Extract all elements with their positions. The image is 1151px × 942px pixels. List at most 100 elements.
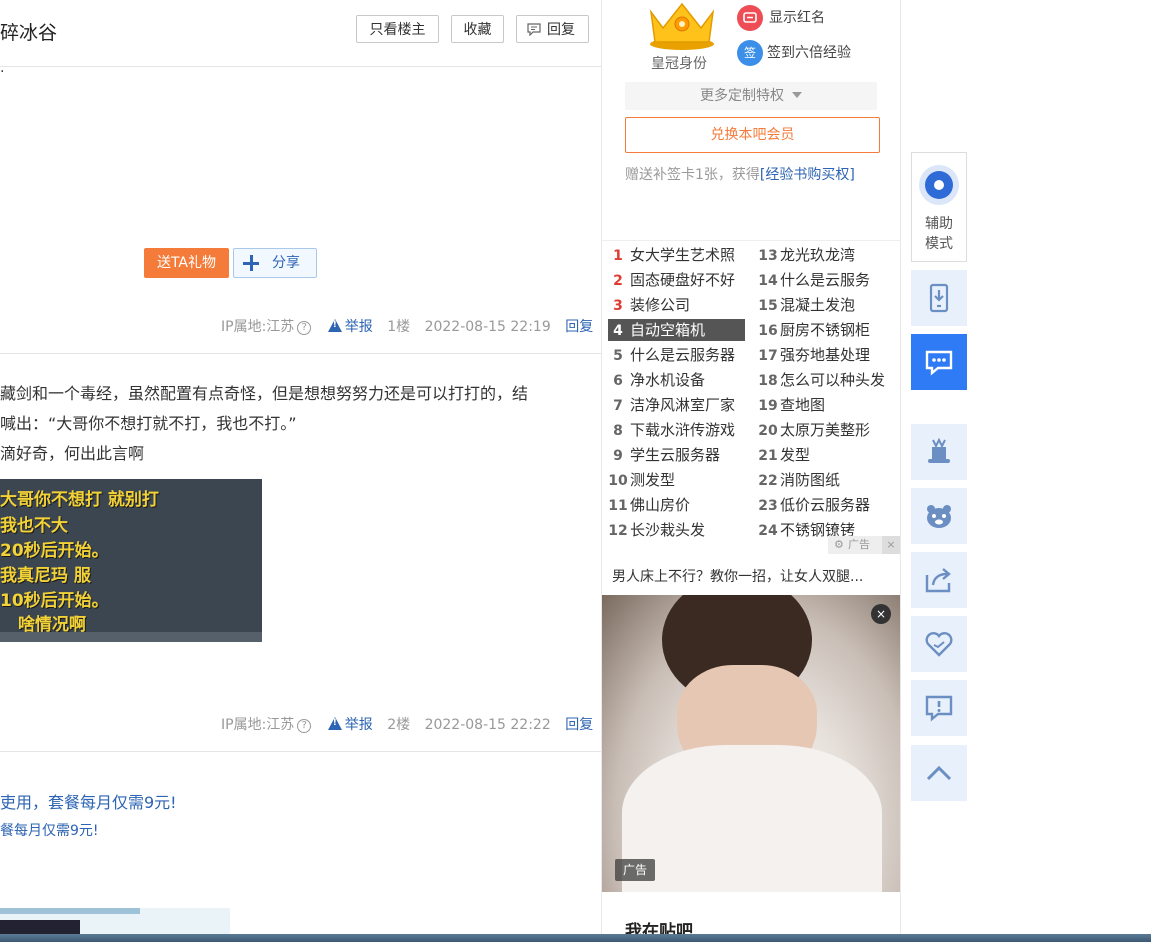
hot-search-item[interactable]: 12 长沙栽头发 xyxy=(608,519,745,541)
hot-search-text: 强夯地基处理 xyxy=(780,346,871,364)
hot-search-rank: 3 xyxy=(613,298,623,314)
hot-search-text: 长沙栽头发 xyxy=(630,521,706,539)
chat-icon xyxy=(925,350,953,376)
ad-image[interactable] xyxy=(602,595,900,892)
post2-screenshot-image[interactable]: 大哥你不想打 就别打 我也不大 20秒后开始。 我真尼玛 服 10秒后开始。 啥… xyxy=(0,479,262,642)
hot-search-item[interactable]: 13 龙光玖龙湾 xyxy=(758,244,898,266)
hot-search-text: 装修公司 xyxy=(630,296,691,314)
redeem-membership-button[interactable]: 兑换本吧会员 xyxy=(625,117,880,153)
share-side-button[interactable] xyxy=(911,552,967,608)
hot-search-item[interactable]: 15 混凝土发泡 xyxy=(758,294,898,316)
hot-search-rank: 6 xyxy=(613,373,623,389)
hot-search-text: 学生云服务器 xyxy=(630,446,721,464)
report-link[interactable]: 举报 xyxy=(327,319,373,335)
heart-icon xyxy=(925,632,953,657)
hot-search-item[interactable]: 4 自动空箱机 xyxy=(608,319,745,341)
magic-hat-icon xyxy=(928,437,950,463)
share-arrow-icon xyxy=(925,568,951,593)
hot-search-item[interactable]: 1 女大学生艺术照 xyxy=(608,244,745,266)
bear-button[interactable] xyxy=(911,488,967,544)
reply-link[interactable]: 回复 xyxy=(565,319,593,335)
hot-search-item[interactable]: 18 怎么可以种头发 xyxy=(758,369,898,391)
report-link[interactable]: 举报 xyxy=(327,717,373,733)
help-icon[interactable]: ? xyxy=(297,719,312,733)
hot-search-item[interactable]: 17 强夯地基处理 xyxy=(758,344,898,366)
hot-search-text: 佛山房价 xyxy=(630,496,691,514)
reply-button[interactable]: 回复 xyxy=(516,15,589,43)
only-op-button[interactable]: 只看楼主 xyxy=(356,15,439,43)
report-side-button[interactable] xyxy=(911,680,967,736)
assist-label-line2: 模式 xyxy=(925,236,953,252)
hot-search-item[interactable]: 20 太原万美整形 xyxy=(758,419,898,441)
hot-search-item[interactable]: 16 厨房不锈钢柜 xyxy=(758,319,898,341)
hot-search-rank: 22 xyxy=(758,473,778,489)
more-perks-dropdown[interactable]: 更多定制特权 xyxy=(625,82,877,110)
image-stripe xyxy=(0,908,140,914)
hot-search-text: 测发型 xyxy=(630,471,676,489)
hot-search-item[interactable]: 11 佛山房价 xyxy=(608,494,745,516)
back-to-top-button[interactable] xyxy=(911,745,967,801)
hot-search-item[interactable]: 22 消防图纸 xyxy=(758,469,898,491)
close-icon[interactable]: × xyxy=(882,536,900,554)
ad-close-button[interactable]: × xyxy=(871,604,891,624)
hot-search-text: 自动空箱机 xyxy=(630,321,706,339)
promo-link-subline[interactable]: 餐每月仅需9元! xyxy=(0,820,99,840)
exp-book-link[interactable]: [经验书购买权] xyxy=(760,167,855,183)
report-label: 举报 xyxy=(344,717,373,733)
chevron-up-icon xyxy=(926,765,952,781)
promo-link-headline[interactable]: 吏用，套餐每月仅需9元! xyxy=(0,789,177,813)
hot-search-item[interactable]: 3 装修公司 xyxy=(608,294,745,316)
bear-face-icon xyxy=(927,505,951,528)
perk-sign-in-exp: 签到六倍经验 xyxy=(767,45,851,61)
hot-search-item[interactable]: 2 固态硬盘好不好 xyxy=(608,269,745,291)
image-text-line: 大哥你不想打 就别打 xyxy=(0,490,159,510)
hot-search-item[interactable]: 7 洁净风淋室厂家 xyxy=(608,394,745,416)
image-text-line: 我也不大 xyxy=(0,516,68,536)
hot-list-divider xyxy=(601,240,901,241)
hot-search-item[interactable]: 14 什么是云服务 xyxy=(758,269,898,291)
help-icon[interactable]: ? xyxy=(297,321,312,335)
hot-search-rank: 20 xyxy=(758,423,778,439)
hot-search-rank: 12 xyxy=(608,523,628,539)
assist-mode-button[interactable]: 辅助 模式 xyxy=(911,152,967,262)
magic-hat-button[interactable] xyxy=(911,424,967,480)
ad-image-shape xyxy=(622,745,882,892)
hot-search-text: 低价云服务器 xyxy=(780,496,871,514)
warning-icon xyxy=(327,319,342,332)
share-button[interactable]: 分享 xyxy=(233,248,317,278)
favorite-side-button[interactable] xyxy=(911,616,967,672)
ad-tag[interactable]: ⚙ 广告 × xyxy=(828,536,900,554)
hot-search-rank: 15 xyxy=(758,298,778,314)
hot-search-item[interactable]: 6 净水机设备 xyxy=(608,369,745,391)
ad-title-link[interactable]: 男人床上不行？教你一招，让女人双腿... xyxy=(612,566,863,586)
hot-search-item[interactable]: 9 学生云服务器 xyxy=(608,444,745,466)
reply-link[interactable]: 回复 xyxy=(565,717,593,733)
comment-icon xyxy=(527,23,541,36)
hot-search-item[interactable]: 10 测发型 xyxy=(608,469,745,491)
phone-download-icon xyxy=(929,283,949,313)
hot-search-text: 龙光玖龙湾 xyxy=(780,246,856,264)
hot-search-item[interactable]: 5 什么是云服务器 xyxy=(608,344,745,366)
hot-search-text: 下载水浒传游戏 xyxy=(630,421,736,439)
hot-search-item[interactable]: 23 低价云服务器 xyxy=(758,494,898,516)
hot-search-text: 什么是云服务器 xyxy=(630,346,736,364)
send-gift-button[interactable]: 送TA礼物 xyxy=(144,248,229,278)
assist-wheel-icon xyxy=(919,165,959,205)
hot-search-item[interactable]: 8 下载水浒传游戏 xyxy=(608,419,745,441)
plus-icon xyxy=(243,255,259,271)
hot-search-item[interactable]: 19 查地图 xyxy=(758,394,898,416)
hot-search-item[interactable]: 21 发型 xyxy=(758,444,898,466)
hot-search-text: 发型 xyxy=(780,446,811,464)
hot-search-text: 净水机设备 xyxy=(630,371,706,389)
chat-button[interactable] xyxy=(911,334,967,390)
post1-content-fragment: · xyxy=(0,64,5,80)
app-download-button[interactable] xyxy=(911,270,967,326)
crown-label: 皇冠身份 xyxy=(651,56,707,72)
ip-location: IP属地:江苏 xyxy=(221,717,295,733)
hot-search-rank: 23 xyxy=(758,498,778,514)
assist-label-line1: 辅助 xyxy=(925,216,953,232)
favorite-button[interactable]: 收藏 xyxy=(451,15,504,43)
hot-search-text: 混凝土发泡 xyxy=(780,296,856,314)
hot-search-rank: 2 xyxy=(613,273,623,289)
hot-search-rank: 13 xyxy=(758,248,778,264)
